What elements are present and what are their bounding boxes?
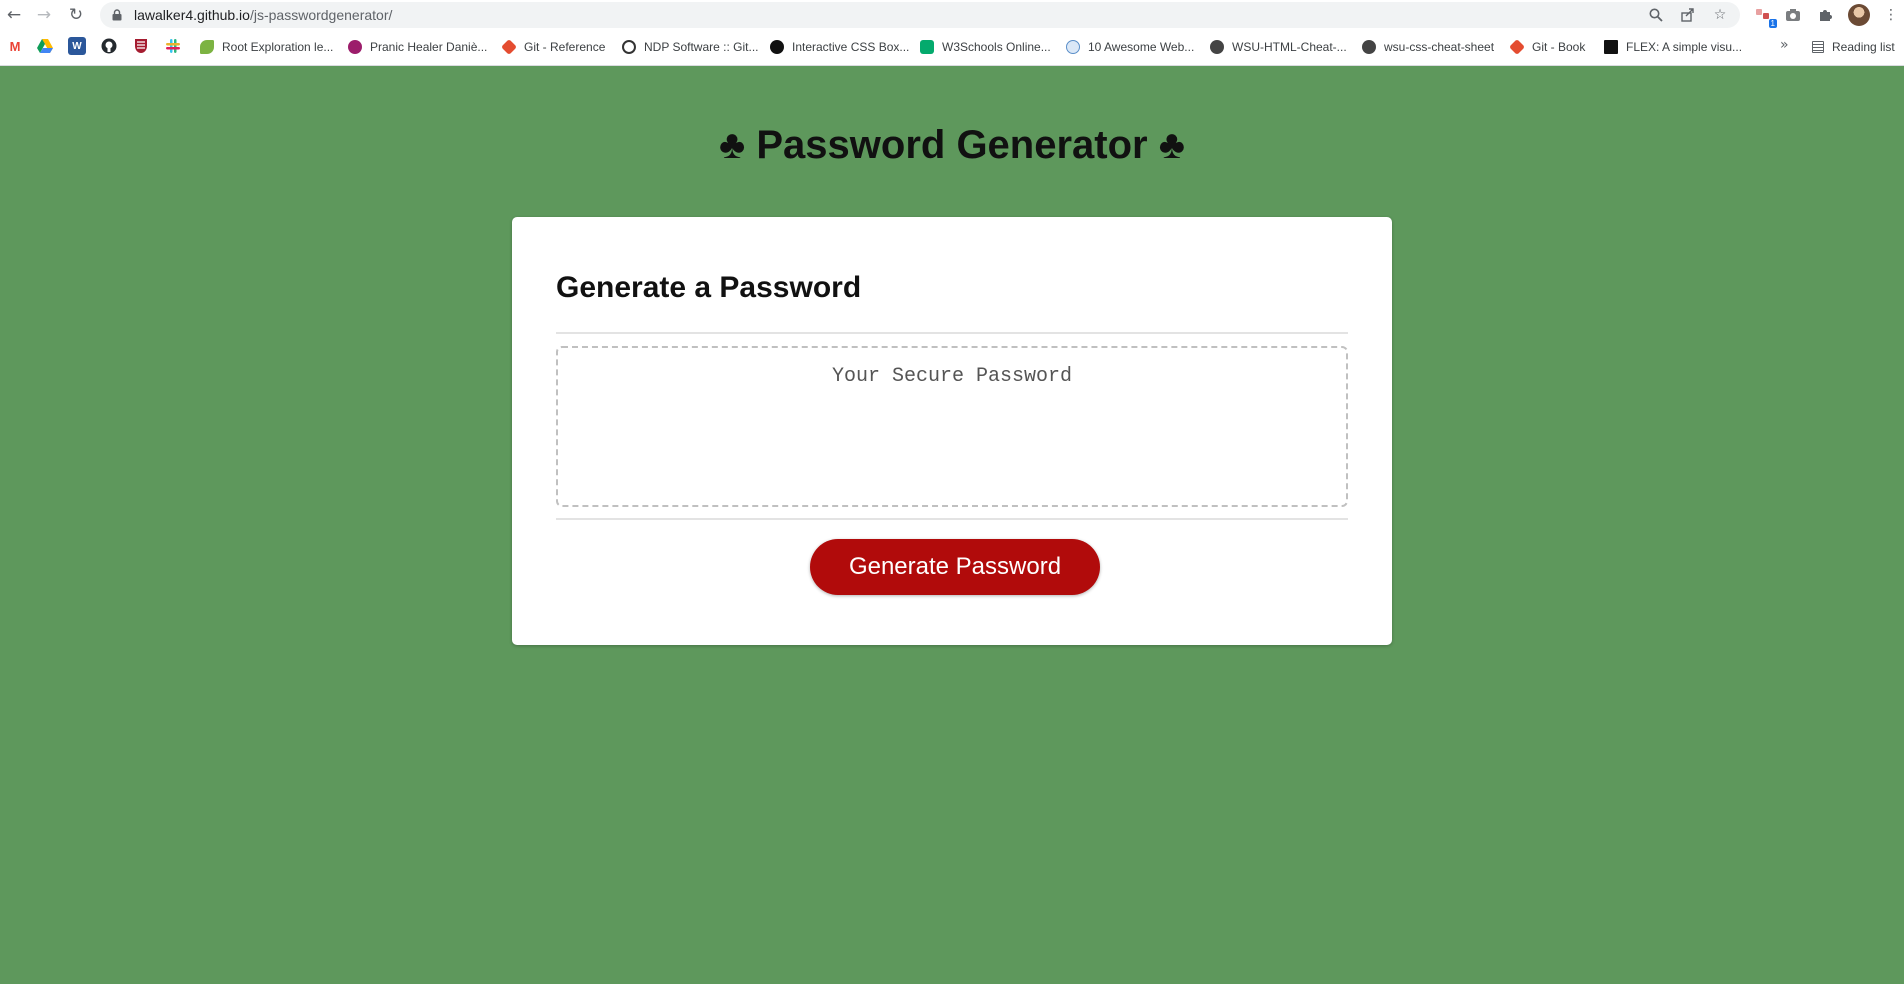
- bookmark-label: Interactive CSS Box...: [792, 40, 910, 54]
- bookmark-item[interactable]: Git - Reference: [501, 36, 606, 58]
- share-icon[interactable]: [1678, 5, 1698, 25]
- bookmark-item[interactable]: 10 Awesome Web...: [1066, 36, 1194, 58]
- slack-icon[interactable]: [164, 37, 182, 55]
- git-icon: [1509, 39, 1525, 55]
- bookmark-label: Pranic Healer Daniè...: [370, 40, 488, 54]
- w3schools-icon: [920, 40, 934, 54]
- generator-card: Generate a Password Generate Password: [512, 217, 1392, 645]
- zoom-icon[interactable]: [1646, 5, 1666, 25]
- bookmark-label: W3Schools Online...: [942, 40, 1051, 54]
- bookmark-item[interactable]: Root Exploration le...: [200, 36, 333, 58]
- eye-icon: [1066, 40, 1080, 54]
- generate-password-button[interactable]: Generate Password: [810, 539, 1100, 595]
- password-output[interactable]: [556, 346, 1348, 507]
- footer-divider: [556, 518, 1348, 520]
- bookmark-label: 10 Awesome Web...: [1088, 40, 1195, 54]
- reading-list-icon: [1812, 41, 1824, 53]
- bookmark-item[interactable]: WSU-HTML-Cheat-...: [1210, 36, 1347, 58]
- bookmark-item[interactable]: Git - Book: [1509, 36, 1586, 58]
- bookmark-label: FLEX: A simple visu...: [1626, 40, 1743, 54]
- bookmarks-bar: M W Root Exploration le... Pranic Healer…: [0, 34, 1904, 60]
- bookmark-label: wsu-css-cheat-sheet: [1384, 40, 1495, 54]
- flex-icon: [1604, 40, 1618, 54]
- menu-kebab-icon[interactable]: ⋮: [1880, 4, 1902, 26]
- puzzle-icon[interactable]: [1814, 4, 1836, 26]
- forward-arrow-icon[interactable]: →: [32, 3, 56, 27]
- leaf-icon: [200, 40, 214, 54]
- bookmark-item[interactable]: Interactive CSS Box...: [770, 36, 909, 58]
- reload-icon[interactable]: ↻: [64, 3, 88, 27]
- drive-icon[interactable]: [36, 37, 54, 55]
- bookmark-label: WSU-HTML-Cheat-...: [1232, 40, 1347, 54]
- header-divider: [556, 332, 1348, 334]
- codepen-icon: [770, 40, 784, 54]
- browser-toolbar: ← → ↻ lawalker4.github.io/js-passwordgen…: [0, 0, 1904, 30]
- shield-icon[interactable]: [132, 37, 150, 55]
- bookmark-star-icon[interactable]: ☆: [1710, 5, 1730, 25]
- bookmark-label: Git - Book: [1532, 40, 1586, 54]
- gmail-icon[interactable]: M: [6, 37, 24, 55]
- github-icon[interactable]: [100, 37, 118, 55]
- globe-icon: [1210, 40, 1224, 54]
- extension-badge: 1: [1768, 19, 1777, 28]
- page-title: ♣ Password Generator ♣: [719, 123, 1185, 167]
- git-icon: [501, 39, 517, 55]
- bookmark-label: Root Exploration le...: [222, 40, 334, 54]
- star-burst-icon: [348, 40, 362, 54]
- camera-icon[interactable]: [1782, 4, 1804, 26]
- bookmark-item[interactable]: Pranic Healer Daniè...: [348, 36, 487, 58]
- url-host: lawalker4.github.io: [134, 7, 250, 23]
- bookmark-item[interactable]: FLEX: A simple visu...: [1604, 36, 1742, 58]
- word-icon[interactable]: W: [68, 37, 86, 55]
- card-header: Generate a Password: [556, 271, 862, 304]
- bookmark-label: NDP Software :: Git...: [644, 40, 759, 54]
- bookmark-item[interactable]: W3Schools Online...: [920, 36, 1051, 58]
- bookmark-item[interactable]: wsu-css-cheat-sheet: [1362, 36, 1494, 58]
- profile-avatar[interactable]: [1848, 4, 1870, 26]
- address-bar[interactable]: lawalker4.github.io/js-passwordgenerator…: [100, 2, 1740, 28]
- reading-list-label: Reading list: [1832, 40, 1895, 54]
- extension-icon[interactable]: 1: [1752, 4, 1777, 28]
- lock-icon: [112, 9, 122, 21]
- url-path: /js-passwordgenerator/: [249, 7, 393, 23]
- globe-icon: [1362, 40, 1376, 54]
- reading-list-button[interactable]: Reading list: [1812, 36, 1895, 58]
- bookmark-label: Git - Reference: [524, 40, 606, 54]
- browser-chrome: ← → ↻ lawalker4.github.io/js-passwordgen…: [0, 0, 1904, 66]
- bookmark-item[interactable]: NDP Software :: Git...: [622, 36, 758, 58]
- back-arrow-icon[interactable]: ←: [2, 3, 26, 27]
- ndp-icon: [622, 40, 636, 54]
- bookmarks-overflow-icon[interactable]: »: [1780, 37, 1789, 53]
- url-text: lawalker4.github.io/js-passwordgenerator…: [134, 7, 392, 23]
